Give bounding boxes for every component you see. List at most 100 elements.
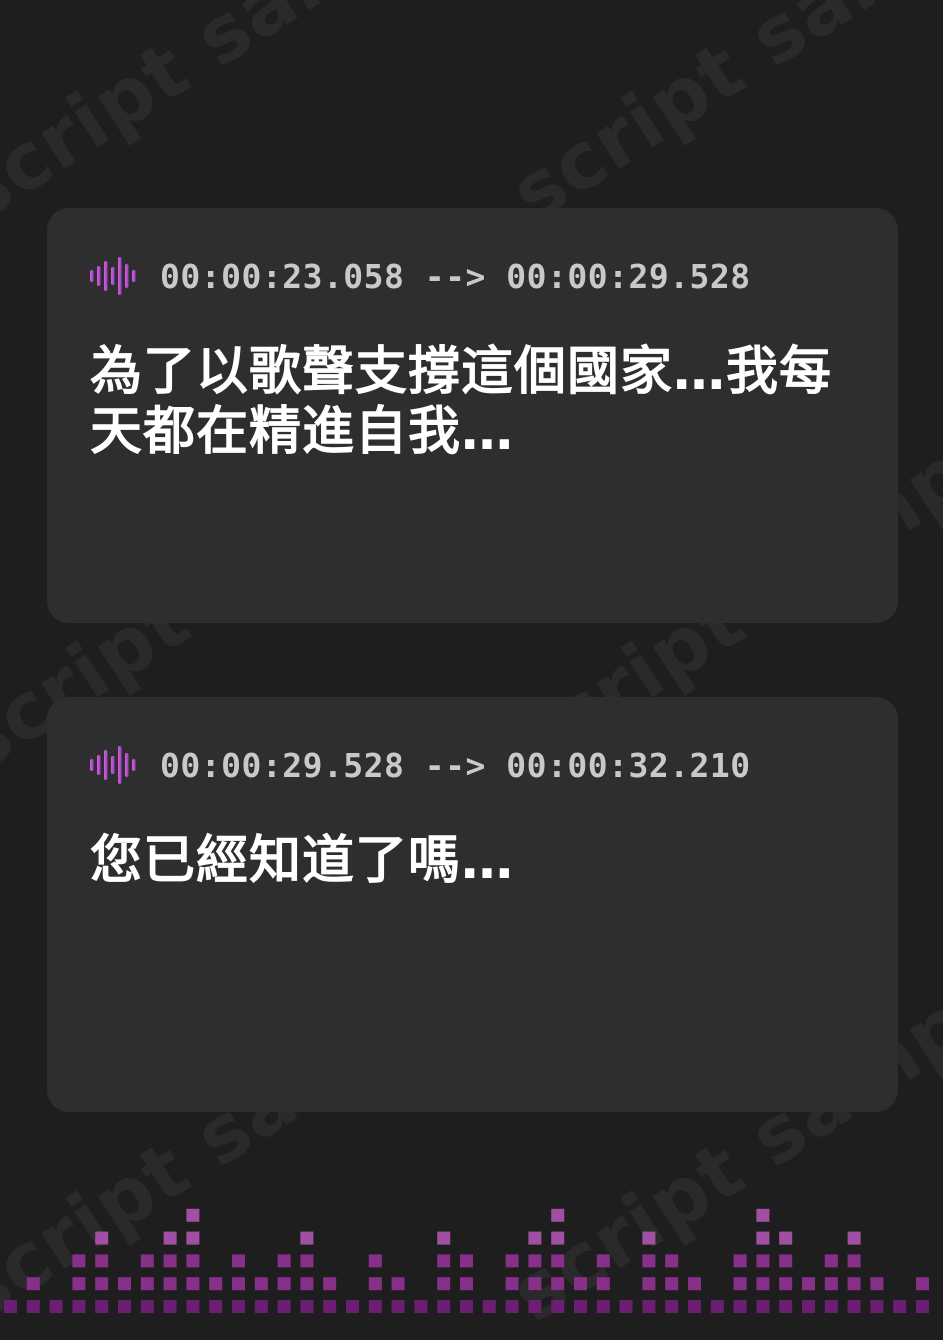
equalizer-cell bbox=[163, 1300, 177, 1313]
equalizer-cell bbox=[186, 1208, 200, 1222]
equalizer-cell bbox=[870, 1277, 884, 1291]
equalizer-cell bbox=[95, 1231, 109, 1245]
equalizer-cell bbox=[232, 1254, 245, 1268]
watermark-layer: script sample script sample script sampl… bbox=[0, 0, 943, 1340]
equalizer-cell bbox=[665, 1254, 679, 1268]
equalizer-cell bbox=[528, 1254, 542, 1268]
equalizer-cell bbox=[847, 1277, 861, 1291]
equalizer-cell bbox=[300, 1300, 314, 1313]
equalizer-cell bbox=[277, 1277, 291, 1291]
equalizer-cell bbox=[163, 1231, 177, 1245]
equalizer-cell bbox=[802, 1300, 815, 1313]
equalizer-cell bbox=[26, 1300, 40, 1313]
equalizer-cell bbox=[551, 1231, 565, 1245]
equalizer-cell bbox=[437, 1300, 451, 1313]
equalizer-cell bbox=[460, 1254, 473, 1268]
equalizer-cell bbox=[232, 1300, 245, 1313]
equalizer-cell bbox=[460, 1300, 473, 1313]
subtitle-cue-card: 00:00:23.058 --> 00:00:29.528 為了以歌聲支撐這個國… bbox=[47, 208, 898, 623]
equalizer-cell bbox=[756, 1208, 770, 1222]
equalizer-cell bbox=[505, 1254, 519, 1268]
equalizer-cell bbox=[186, 1254, 200, 1268]
equalizer-cell bbox=[95, 1300, 109, 1313]
equalizer-cell bbox=[300, 1254, 314, 1268]
equalizer-cell bbox=[551, 1254, 565, 1268]
equalizer-cell bbox=[323, 1300, 337, 1313]
equalizer-cell bbox=[209, 1277, 223, 1291]
equalizer-cell bbox=[300, 1231, 314, 1245]
equalizer-cell bbox=[551, 1300, 565, 1313]
equalizer-cell bbox=[802, 1277, 815, 1291]
equalizer-cell bbox=[916, 1300, 929, 1313]
equalizer-cell bbox=[505, 1277, 519, 1291]
equalizer-cell bbox=[163, 1277, 177, 1291]
cue-timeline: 00:00:23.058 --> 00:00:29.528 bbox=[89, 256, 751, 296]
cue-timestamp: 00:00:23.058 --> 00:00:29.528 bbox=[160, 256, 751, 296]
equalizer-cell bbox=[688, 1300, 701, 1313]
equalizer-cell bbox=[916, 1277, 929, 1291]
equalizer-cell bbox=[551, 1208, 565, 1222]
cue-subtitle-text: 您已經知道了嗎… bbox=[90, 831, 515, 891]
equalizer-cell bbox=[437, 1254, 451, 1268]
equalizer-cell bbox=[847, 1300, 861, 1313]
equalizer-cell bbox=[277, 1254, 291, 1268]
equalizer-cell bbox=[779, 1300, 793, 1313]
equalizer-cell bbox=[528, 1277, 542, 1291]
equalizer-cell bbox=[779, 1254, 793, 1268]
equalizer-cell bbox=[26, 1277, 40, 1291]
watermark-text: script sample bbox=[495, 0, 943, 240]
equalizer-cell bbox=[95, 1254, 109, 1268]
equalizer-cell bbox=[209, 1300, 223, 1313]
equalizer-cell bbox=[232, 1277, 245, 1291]
equalizer-cell bbox=[186, 1277, 200, 1291]
watermark-text: script sample bbox=[0, 0, 499, 240]
equalizer-cell bbox=[414, 1300, 428, 1313]
equalizer-cell bbox=[460, 1277, 473, 1291]
equalizer-cell bbox=[140, 1300, 154, 1313]
equalizer-cell bbox=[368, 1300, 382, 1313]
equalizer-cell bbox=[482, 1300, 496, 1313]
equalizer-cell bbox=[551, 1277, 565, 1291]
equalizer-cell bbox=[847, 1231, 861, 1245]
equalizer-cell bbox=[642, 1231, 656, 1245]
equalizer-cell bbox=[528, 1300, 542, 1313]
cue-timeline: 00:00:29.528 --> 00:00:32.210 bbox=[89, 745, 751, 785]
equalizer-cell bbox=[596, 1254, 610, 1268]
equalizer-cell bbox=[437, 1277, 451, 1291]
equalizer-cell bbox=[756, 1254, 770, 1268]
equalizer-cell bbox=[140, 1277, 154, 1291]
equalizer-cell bbox=[95, 1277, 109, 1291]
audio-waveform-icon bbox=[90, 257, 136, 295]
equalizer-cell bbox=[140, 1254, 154, 1268]
equalizer-cell bbox=[368, 1277, 382, 1291]
equalizer-cell bbox=[756, 1300, 770, 1313]
equalizer-cell bbox=[733, 1300, 747, 1313]
subtitle-cue-card: 00:00:29.528 --> 00:00:32.210 您已經知道了嗎… bbox=[47, 697, 898, 1112]
equalizer-cell bbox=[163, 1254, 177, 1268]
equalizer-cell bbox=[596, 1277, 610, 1291]
equalizer-cell bbox=[619, 1300, 633, 1313]
equalizer-cell bbox=[300, 1277, 314, 1291]
equalizer-cell bbox=[4, 1300, 17, 1313]
equalizer-cell bbox=[391, 1300, 405, 1313]
equalizer-cell bbox=[346, 1300, 359, 1313]
equalizer-cell bbox=[574, 1300, 587, 1313]
equalizer-cell bbox=[186, 1231, 200, 1245]
cue-subtitle-text: 為了以歌聲支撐這個國家…我每天都在精進自我… bbox=[90, 342, 833, 462]
equalizer-cell bbox=[323, 1277, 337, 1291]
equalizer-cell bbox=[756, 1231, 770, 1245]
equalizer-cell bbox=[437, 1231, 451, 1245]
equalizer-cell bbox=[688, 1277, 701, 1291]
equalizer-cell bbox=[596, 1300, 610, 1313]
equalizer-cell bbox=[642, 1254, 656, 1268]
equalizer-cell bbox=[847, 1254, 861, 1268]
equalizer-cell bbox=[642, 1277, 656, 1291]
equalizer-cell bbox=[391, 1277, 405, 1291]
equalizer-cell bbox=[756, 1277, 770, 1291]
equalizer-cell bbox=[254, 1300, 268, 1313]
equalizer-cell bbox=[893, 1300, 907, 1313]
equalizer-cell bbox=[642, 1300, 656, 1313]
equalizer-cell bbox=[779, 1231, 793, 1245]
equalizer-cell bbox=[779, 1277, 793, 1291]
equalizer-cell bbox=[49, 1300, 63, 1313]
